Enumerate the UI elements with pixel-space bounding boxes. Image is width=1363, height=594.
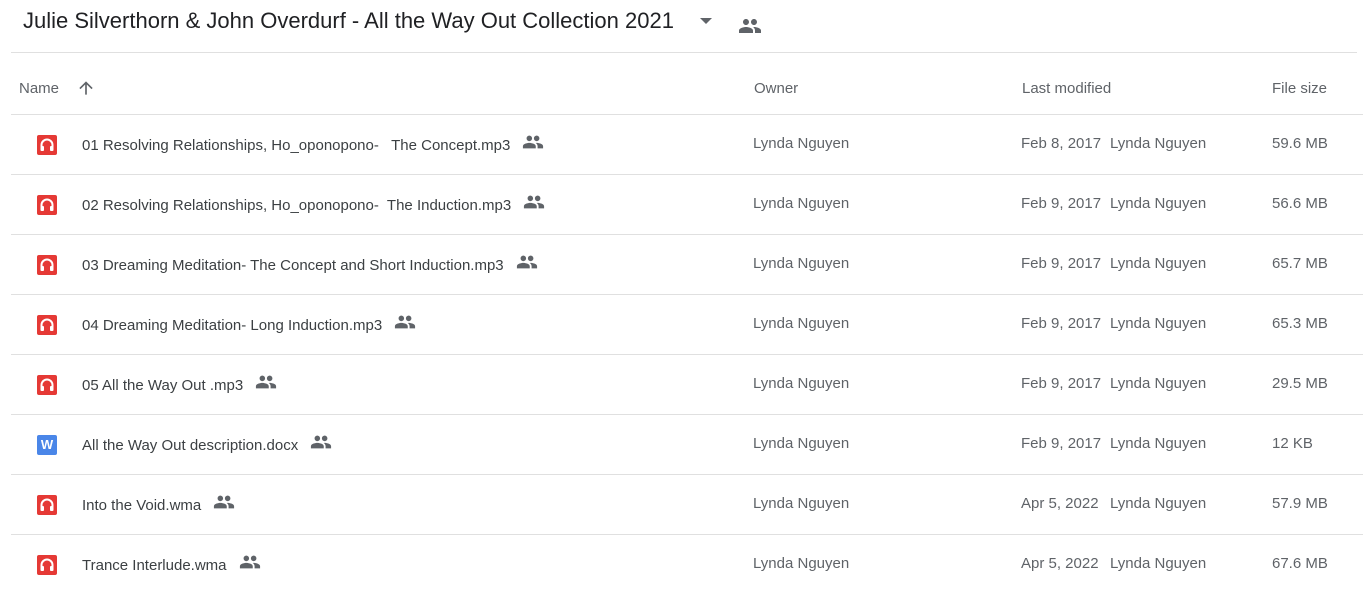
people-icon	[310, 431, 332, 457]
file-row[interactable]: 02 Resolving Relationships, Ho_oponopono…	[11, 174, 1363, 234]
column-header-file-size[interactable]: File size	[1272, 80, 1327, 97]
headphones-icon	[37, 315, 57, 335]
file-list: 01 Resolving Relationships, Ho_oponopono…	[11, 114, 1363, 594]
people-icon	[523, 191, 545, 217]
people-icon	[255, 371, 277, 397]
file-name-text: All the Way Out description.docx	[82, 436, 299, 454]
last-modified-date: Feb 8, 2017	[1021, 135, 1102, 152]
word-doc-icon: W	[37, 435, 57, 455]
people-icon	[516, 251, 538, 277]
people-icon[interactable]	[738, 14, 762, 43]
last-modified-by: Lynda Nguyen	[1110, 315, 1207, 332]
last-modified-by: Lynda Nguyen	[1110, 375, 1207, 392]
folder-header: Julie Silverthorn & John Overdurf - All …	[0, 0, 1363, 52]
file-name-text: 01 Resolving Relationships, Ho_oponopono…	[82, 136, 511, 154]
last-modified-by: Lynda Nguyen	[1110, 495, 1207, 512]
file-row[interactable]: 05 All the Way Out .mp3 Lynda Nguyen Feb 9…	[11, 354, 1363, 414]
headphones-icon	[37, 495, 57, 515]
file-row[interactable]: Trance Interlude.wma Lynda Nguyen Apr 5, 2…	[11, 534, 1363, 594]
file-owner: Lynda Nguyen	[753, 495, 850, 512]
arrow-up-icon[interactable]	[76, 78, 96, 98]
column-header-owner: Owner	[754, 80, 799, 97]
file-name[interactable]: Into the Void.wma	[82, 495, 235, 517]
file-name[interactable]: Trance Interlude.wma	[82, 555, 261, 577]
people-icon	[394, 311, 416, 337]
last-modified-date: Feb 9, 2017	[1021, 255, 1102, 272]
column-header-name[interactable]: Name	[19, 80, 59, 97]
file-name[interactable]: 04 Dreaming Meditation- Long Induction.m…	[82, 315, 416, 337]
file-name-text: 04 Dreaming Meditation- Long Induction.m…	[82, 316, 383, 334]
headphones-icon	[37, 135, 57, 155]
last-modified-date: Apr 5, 2022	[1021, 495, 1099, 512]
file-size: 65.7 MB	[1272, 255, 1328, 272]
last-modified-date: Feb 9, 2017	[1021, 315, 1102, 332]
last-modified-by: Lynda Nguyen	[1110, 555, 1207, 572]
file-name-text: Into the Void.wma	[82, 496, 202, 514]
file-name[interactable]: 01 Resolving Relationships, Ho_oponopono…	[82, 135, 544, 157]
headphones-icon	[37, 555, 57, 575]
file-owner: Lynda Nguyen	[753, 435, 850, 452]
file-owner: Lynda Nguyen	[753, 195, 850, 212]
file-row[interactable]: 03 Dreaming Meditation- The Concept and …	[11, 234, 1363, 294]
last-modified-by: Lynda Nguyen	[1110, 435, 1207, 452]
headphones-icon	[37, 195, 57, 215]
caret-down-icon[interactable]	[700, 18, 712, 24]
file-size: 56.6 MB	[1272, 195, 1328, 212]
file-size: 57.9 MB	[1272, 495, 1328, 512]
file-owner: Lynda Nguyen	[753, 135, 850, 152]
file-size: 67.6 MB	[1272, 555, 1328, 572]
file-name-text: Trance Interlude.wma	[82, 556, 227, 574]
file-name-text: 03 Dreaming Meditation- The Concept and …	[82, 256, 504, 274]
file-size: 59.6 MB	[1272, 135, 1328, 152]
headphones-icon	[37, 375, 57, 395]
header-divider	[11, 52, 1357, 53]
headphones-icon	[37, 255, 57, 275]
file-row[interactable]: W All the Way Out description.docx Lynda N…	[11, 414, 1363, 474]
file-name-text: 02 Resolving Relationships, Ho_oponopono…	[82, 196, 512, 214]
file-owner: Lynda Nguyen	[753, 255, 850, 272]
last-modified-by: Lynda Nguyen	[1110, 135, 1207, 152]
people-icon	[522, 131, 544, 157]
folder-title[interactable]: Julie Silverthorn & John Overdurf - All …	[23, 8, 674, 34]
last-modified-date: Feb 9, 2017	[1021, 435, 1102, 452]
file-owner: Lynda Nguyen	[753, 555, 850, 572]
file-size: 29.5 MB	[1272, 375, 1328, 392]
file-name[interactable]: 02 Resolving Relationships, Ho_oponopono…	[82, 195, 545, 217]
column-header-last-modified[interactable]: Last modified	[1022, 80, 1111, 97]
column-header-row: Name Owner Last modified File size	[11, 62, 1363, 114]
file-owner: Lynda Nguyen	[753, 375, 850, 392]
file-owner: Lynda Nguyen	[753, 315, 850, 332]
word-icon-letter: W	[37, 435, 57, 455]
file-size: 12 KB	[1272, 435, 1313, 452]
people-icon	[239, 551, 261, 577]
file-row[interactable]: 04 Dreaming Meditation- Long Induction.m…	[11, 294, 1363, 354]
file-name-text: 05 All the Way Out .mp3	[82, 376, 244, 394]
last-modified-by: Lynda Nguyen	[1110, 255, 1207, 272]
file-name[interactable]: 03 Dreaming Meditation- The Concept and …	[82, 255, 538, 277]
file-name[interactable]: 05 All the Way Out .mp3	[82, 375, 277, 397]
file-row[interactable]: Into the Void.wma Lynda Nguyen Apr 5, 2022…	[11, 474, 1363, 534]
last-modified-by: Lynda Nguyen	[1110, 195, 1207, 212]
last-modified-date: Feb 9, 2017	[1021, 195, 1102, 212]
file-name[interactable]: All the Way Out description.docx	[82, 435, 332, 457]
people-icon	[213, 491, 235, 517]
file-size: 65.3 MB	[1272, 315, 1328, 332]
last-modified-date: Feb 9, 2017	[1021, 375, 1102, 392]
file-row[interactable]: 01 Resolving Relationships, Ho_oponopono…	[11, 114, 1363, 174]
last-modified-date: Apr 5, 2022	[1021, 555, 1099, 572]
